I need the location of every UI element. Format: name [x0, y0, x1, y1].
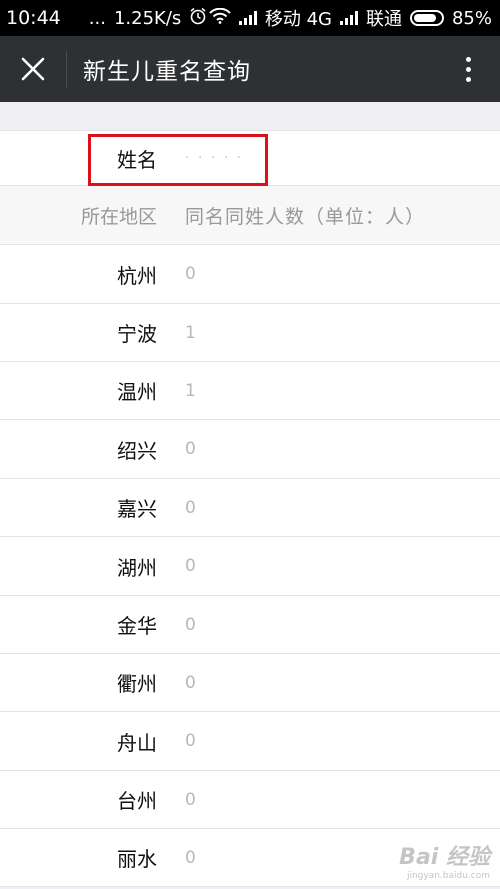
table-row: 湖州 0: [0, 537, 500, 596]
watermark-brand: Bai 经验: [399, 845, 490, 870]
table-row: 嘉兴 0: [0, 479, 500, 537]
more-dot-icon: [465, 66, 471, 72]
table-row: 台州 0: [0, 771, 500, 829]
wifi-icon: [209, 7, 231, 29]
name-value: · · · · ·: [185, 150, 244, 166]
watermark: Bai 经验 jingyan.baidu.com: [399, 839, 490, 881]
same-name-count: 0: [185, 264, 196, 284]
same-name-count: 1: [185, 322, 196, 343]
nav-bar: 新生儿重名查询: [0, 36, 500, 102]
region-name: 嘉兴: [117, 497, 157, 521]
page-title: 新生儿重名查询: [83, 59, 251, 85]
network-speed: 1.25K/s: [113, 7, 182, 29]
same-name-count: 0: [185, 439, 196, 459]
same-name-count: 0: [185, 556, 196, 576]
same-name-count: 0: [185, 672, 196, 693]
header-count: 同名同姓人数（单位：人）: [185, 205, 426, 228]
status-bar: 10:44 ... 1.25K/s 移动 4G 联通 85%: [0, 0, 500, 36]
same-name-count: 0: [185, 497, 196, 518]
region-name: 台州: [117, 789, 157, 813]
more-dot-icon: [465, 76, 471, 82]
carrier-1: 移动 4G: [264, 9, 332, 30]
table-header: 所在地区 同名同姓人数（单位：人）: [0, 186, 500, 245]
table-row: 杭州 0: [0, 245, 500, 304]
battery-icon: [409, 10, 444, 26]
header-region: 所在地区: [80, 205, 157, 228]
battery-level: 85%: [451, 7, 492, 29]
table-row: 宁波 1: [0, 304, 500, 362]
alarm-icon: [189, 7, 207, 30]
region-name: 绍兴: [117, 438, 157, 463]
more-dot-icon: [465, 56, 471, 62]
same-name-count: 0: [185, 614, 196, 635]
region-name: 杭州: [117, 263, 157, 288]
watermark-site: jingyan.baidu.com: [406, 871, 490, 881]
status-dots: ...: [88, 7, 106, 29]
table-row: 绍兴 0: [0, 420, 500, 479]
table-row: 金华 0: [0, 596, 500, 654]
close-button[interactable]: [0, 36, 66, 102]
signal-icon-2: [339, 11, 358, 25]
status-time: 10:44: [6, 7, 61, 29]
close-icon: [21, 57, 45, 81]
same-name-count: 0: [185, 847, 196, 868]
status-left: ... 1.25K/s: [89, 7, 208, 30]
same-name-count: 0: [185, 731, 196, 751]
table-row: 衢州 0: [0, 654, 500, 712]
more-button[interactable]: [436, 36, 500, 102]
same-name-count: 0: [185, 789, 196, 810]
table-row: 温州 1: [0, 362, 500, 420]
name-row: 姓名 · · · · ·: [0, 130, 500, 186]
signal-icon: [238, 11, 257, 25]
status-right: 移动 4G 联通 85%: [209, 5, 492, 31]
region-name: 衢州: [117, 672, 157, 696]
table-row: 舟山 0: [0, 712, 500, 771]
region-name: 舟山: [117, 730, 157, 755]
region-name: 丽水: [117, 847, 157, 871]
name-label: 姓名: [117, 147, 157, 172]
region-name: 温州: [117, 380, 157, 404]
region-name: 金华: [117, 614, 157, 638]
carrier-2: 联通: [365, 9, 402, 30]
region-name: 宁波: [117, 322, 157, 346]
region-name: 湖州: [117, 555, 157, 580]
same-name-count: 1: [185, 380, 196, 401]
nav-divider: [66, 51, 67, 87]
